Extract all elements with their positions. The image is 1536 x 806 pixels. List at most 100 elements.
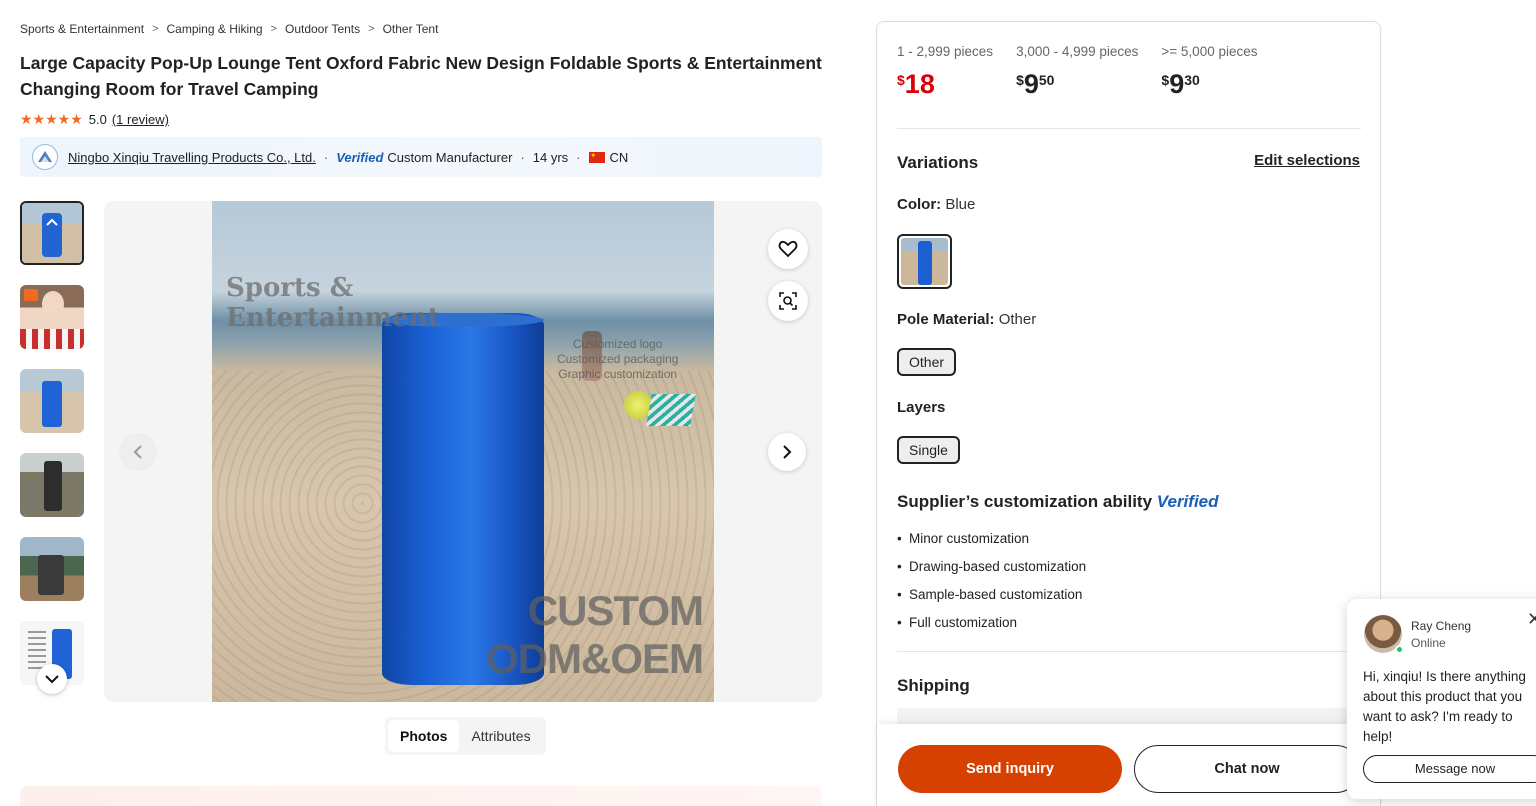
thumbnail-3[interactable] xyxy=(20,369,84,433)
breadcrumb-item[interactable]: Other Tent xyxy=(383,22,439,36)
star-rating-icon: ★★★★★ xyxy=(20,111,83,127)
watermark-brand: Sports & Entertainment xyxy=(226,273,440,333)
watermark-services: Customized logo Customized packaging Gra… xyxy=(557,337,679,381)
list-item: Sample-based customization xyxy=(897,581,1086,609)
price-decimal: 50 xyxy=(1038,72,1055,88)
list-item: Drawing-based customization xyxy=(897,553,1086,581)
breadcrumb-item[interactable]: Camping & Hiking xyxy=(167,22,263,36)
purchase-panel: 1 - 2,999 pieces $ 18 3,000 - 4,999 piec… xyxy=(876,21,1381,806)
image-search-button[interactable] xyxy=(768,281,808,321)
color-swatch-blue[interactable] xyxy=(897,234,952,289)
price-tiers: 1 - 2,999 pieces $ 18 3,000 - 4,999 piec… xyxy=(897,44,1280,99)
chevron-right-icon: > xyxy=(152,23,159,35)
list-item: Minor customization xyxy=(897,525,1086,553)
divider xyxy=(897,128,1361,129)
supplier-years: 14 yrs xyxy=(532,149,569,165)
chevron-right-icon: > xyxy=(270,23,277,35)
currency-symbol: $ xyxy=(897,72,905,88)
close-icon[interactable]: ✕ xyxy=(1527,609,1536,630)
pole-material-key: Pole Material: xyxy=(897,311,995,328)
verified-badge: Verified xyxy=(336,149,384,165)
thumbnail-4[interactable] xyxy=(20,453,84,517)
color-card xyxy=(646,394,696,426)
thumbnail-5[interactable] xyxy=(20,537,84,601)
breadcrumb-item[interactable]: Sports & Entertainment xyxy=(20,22,144,36)
color-label-key: Color: xyxy=(897,196,942,213)
promo-strip xyxy=(20,786,822,806)
chevron-right-icon: > xyxy=(368,23,375,35)
price-tier: 3,000 - 4,999 pieces $ 9 50 xyxy=(1016,44,1138,99)
scan-search-icon xyxy=(779,292,797,310)
china-flag-icon xyxy=(588,151,605,163)
customization-title-text: Supplier’s customization ability xyxy=(897,492,1153,511)
rating: ★★★★★ 5.0 (1 review) xyxy=(20,111,169,128)
tab-photos[interactable]: Photos xyxy=(388,720,460,752)
main-image-frame: Sports & Entertainment Customized logo C… xyxy=(104,201,822,702)
currency-symbol: $ xyxy=(1016,72,1024,88)
media-tabs: Photos Attributes xyxy=(385,717,546,755)
edit-selections-link[interactable]: Edit selections xyxy=(1254,152,1360,169)
supplier-type: Custom Manufacturer xyxy=(387,149,513,165)
layers-label: Layers xyxy=(897,399,945,416)
reviews-link[interactable]: (1 review) xyxy=(112,112,169,127)
pole-material-option[interactable]: Other xyxy=(897,348,957,376)
live-icon xyxy=(24,289,38,301)
product-title: Large Capacity Pop-Up Lounge Tent Oxford… xyxy=(20,53,822,99)
previous-image-button[interactable] xyxy=(119,433,157,471)
customization-title: Supplier’s customization ability Verifie… xyxy=(897,492,1219,512)
thumbnail-video[interactable] xyxy=(20,285,84,349)
price-tier: 1 - 2,999 pieces $ 18 xyxy=(897,44,993,99)
thumbnails-down-button[interactable] xyxy=(37,664,67,694)
next-image-button[interactable] xyxy=(768,433,806,471)
chat-popup: Ray Cheng Online ✕ Hi, xinqiu! Is there … xyxy=(1347,599,1536,799)
color-value: Blue xyxy=(945,196,976,213)
customization-list: Minor customization Drawing-based custom… xyxy=(897,525,1086,637)
pole-material-label: Pole Material: Other xyxy=(897,311,1036,328)
message-now-button[interactable]: Message now xyxy=(1363,755,1536,783)
chat-agent-name: Ray Cheng xyxy=(1411,619,1472,633)
price-integer: 9 xyxy=(1169,69,1185,99)
product-image: Sports & Entertainment Customized logo C… xyxy=(212,201,714,702)
breadcrumb: Sports & Entertainment > Camping & Hikin… xyxy=(20,22,438,36)
price-integer: 18 xyxy=(904,69,935,99)
tier-price: $ 9 30 xyxy=(1161,69,1257,99)
chevron-left-icon xyxy=(133,445,142,459)
chevron-right-icon xyxy=(783,445,792,459)
supplier-name-link[interactable]: Ningbo Xinqiu Travelling Products Co., L… xyxy=(68,150,316,165)
breadcrumb-item[interactable]: Outdoor Tents xyxy=(285,22,360,36)
action-bar: Send inquiry Chat now xyxy=(877,724,1380,806)
chat-now-button[interactable]: Chat now xyxy=(1134,745,1360,793)
thumbnail-1[interactable] xyxy=(20,201,84,265)
separator-dot: · xyxy=(520,149,525,165)
tier-quantity: >= 5,000 pieces xyxy=(1161,44,1258,59)
separator-dot: · xyxy=(323,149,329,165)
layers-option[interactable]: Single xyxy=(897,436,960,464)
rating-score: 5.0 xyxy=(88,112,107,127)
watermark-custom: CUSTOM ODM&OEM xyxy=(486,587,704,682)
tier-quantity: 1 - 2,999 pieces xyxy=(897,44,994,59)
verified-badge: Verified xyxy=(1156,492,1219,511)
supplier-country: CN xyxy=(609,149,629,165)
tab-attributes[interactable]: Attributes xyxy=(459,720,542,752)
tier-price: $ 9 50 xyxy=(1016,69,1138,99)
tier-quantity: 3,000 - 4,999 pieces xyxy=(1016,44,1139,59)
tier-price: $ 18 xyxy=(897,69,993,99)
chevron-down-icon xyxy=(45,675,59,684)
variations-title: Variations xyxy=(897,153,979,172)
price-integer: 9 xyxy=(1023,69,1039,99)
currency-symbol: $ xyxy=(1161,72,1170,88)
chevron-up-icon xyxy=(46,218,58,226)
divider xyxy=(897,651,1361,652)
list-item: Full customization xyxy=(897,609,1086,637)
pole-material-value: Other xyxy=(998,311,1037,328)
favorite-button[interactable] xyxy=(768,229,808,269)
send-inquiry-button[interactable]: Send inquiry xyxy=(898,745,1122,793)
thumbnail-list xyxy=(20,201,84,705)
shipping-title: Shipping xyxy=(897,676,970,695)
separator-dot: · xyxy=(576,149,581,165)
supplier-bar: Ningbo Xinqiu Travelling Products Co., L… xyxy=(20,137,822,177)
supplier-logo xyxy=(32,144,58,170)
heart-icon xyxy=(778,240,798,258)
price-decimal: 30 xyxy=(1184,72,1200,88)
color-label: Color: Blue xyxy=(897,196,975,213)
